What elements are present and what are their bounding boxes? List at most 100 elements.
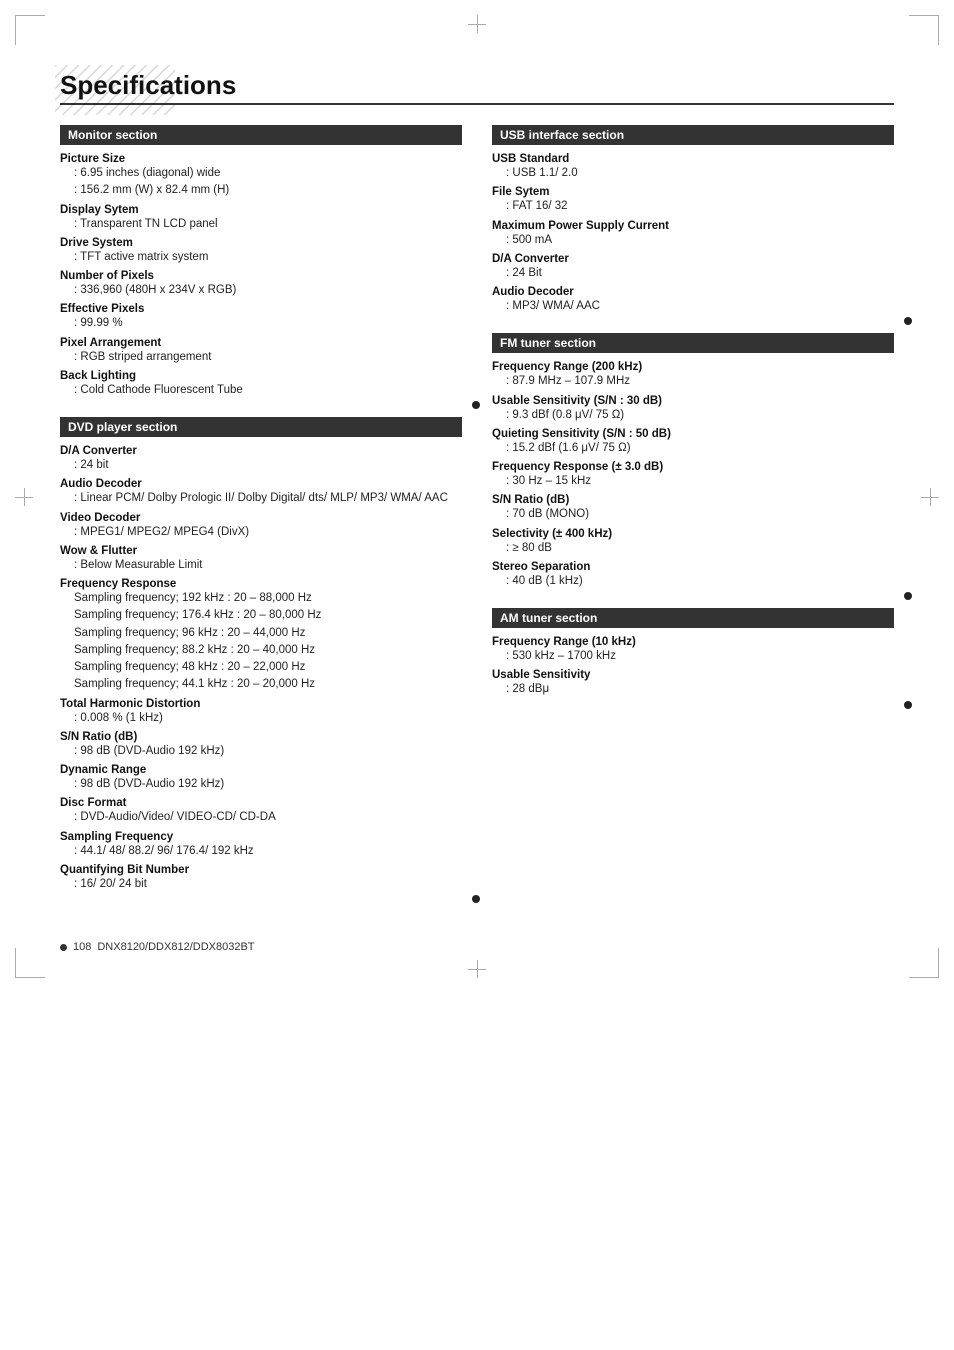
usb-items: USB Standard: USB 1.1/ 2.0 File Sytem: FA… <box>492 153 894 315</box>
spec-item: Quantifying Bit Number: 16/ 20/ 24 bit <box>60 864 462 893</box>
spec-value: : 336,960 (480H x 234V x RGB) <box>60 282 462 299</box>
spec-value: : 98 dB (DVD-Audio 192 kHz) <box>60 776 462 793</box>
spec-value: : USB 1.1/ 2.0 <box>492 165 894 182</box>
spec-item: Effective Pixels: 99.99 % <box>60 303 462 332</box>
spec-value: : 0.008 % (1 kHz) <box>60 710 462 727</box>
spec-label: Total Harmonic Distortion <box>60 698 462 710</box>
spec-item: Drive System: TFT active matrix system <box>60 237 462 266</box>
spec-item: Back Lighting: Cold Cathode Fluorescent … <box>60 370 462 399</box>
spec-value: Sampling frequency; 88.2 kHz : 20 – 40,0… <box>60 642 462 659</box>
spec-value: : DVD-Audio/Video/ VIDEO-CD/ CD-DA <box>60 809 462 826</box>
spec-value: : Cold Cathode Fluorescent Tube <box>60 382 462 399</box>
spec-label: Usable Sensitivity (S/N : 30 dB) <box>492 395 894 407</box>
spec-item: D/A Converter: 24 bit <box>60 445 462 474</box>
spec-label: Number of Pixels <box>60 270 462 282</box>
spec-label: Video Decoder <box>60 512 462 524</box>
spec-label: D/A Converter <box>60 445 462 457</box>
dvd-section-header: DVD player section <box>60 417 462 437</box>
spec-value: : 40 dB (1 kHz) <box>492 573 894 590</box>
spec-label: Sampling Frequency <box>60 831 462 843</box>
spec-item: Video Decoder: MPEG1/ MPEG2/ MPEG4 (DivX… <box>60 512 462 541</box>
spec-label: Audio Decoder <box>492 286 894 298</box>
spec-item: Wow & Flutter: Below Measurable Limit <box>60 545 462 574</box>
spec-item: S/N Ratio (dB): 98 dB (DVD-Audio 192 kHz… <box>60 731 462 760</box>
spec-item: Usable Sensitivity (S/N : 30 dB): 9.3 dB… <box>492 395 894 424</box>
right-column: USB interface section USB Standard: USB … <box>492 125 894 911</box>
spec-item: D/A Converter: 24 Bit <box>492 253 894 282</box>
spec-label: S/N Ratio (dB) <box>492 494 894 506</box>
spec-label: USB Standard <box>492 153 894 165</box>
fm-bullet <box>904 592 912 600</box>
spec-value: : 9.3 dBf (0.8 μV/ 75 Ω) <box>492 407 894 424</box>
am-bullet <box>904 701 912 709</box>
spec-value: : 15.2 dBf (1.6 μV/ 75 Ω) <box>492 440 894 457</box>
am-section-header: AM tuner section <box>492 608 894 628</box>
spec-value: : 6.95 inches (diagonal) wide <box>60 165 462 182</box>
spec-value: : Linear PCM/ Dolby Prologic II/ Dolby D… <box>60 490 462 507</box>
spec-value: : 156.2 mm (W) x 82.4 mm (H) <box>60 182 462 199</box>
spec-label: Stereo Separation <box>492 561 894 573</box>
spec-value: : 28 dBμ <box>492 681 894 698</box>
spec-value: : 87.9 MHz – 107.9 MHz <box>492 373 894 390</box>
spec-value: : Transparent TN LCD panel <box>60 216 462 233</box>
spec-item: Picture Size: 6.95 inches (diagonal) wid… <box>60 153 462 200</box>
spec-value: Sampling frequency; 192 kHz : 20 – 88,00… <box>60 590 462 607</box>
dvd-section: DVD player section D/A Converter: 24 bit… <box>60 417 462 893</box>
spec-value: : RGB striped arrangement <box>60 349 462 366</box>
spec-item: Audio Decoder: MP3/ WMA/ AAC <box>492 286 894 315</box>
spec-label: Quieting Sensitivity (S/N : 50 dB) <box>492 428 894 440</box>
spec-value: : 30 Hz – 15 kHz <box>492 473 894 490</box>
spec-label: Selectivity (± 400 kHz) <box>492 528 894 540</box>
spec-item: Sampling Frequency: 44.1/ 48/ 88.2/ 96/ … <box>60 831 462 860</box>
spec-item: Frequency Range (200 kHz): 87.9 MHz – 10… <box>492 361 894 390</box>
dvd-items: D/A Converter: 24 bitAudio Decoder: Line… <box>60 445 462 893</box>
usb-section: USB interface section USB Standard: USB … <box>492 125 894 315</box>
spec-label: Pixel Arrangement <box>60 337 462 349</box>
spec-label: Maximum Power Supply Current <box>492 220 894 232</box>
footer-model: DNX8120/DDX812/DDX8032BT <box>97 941 254 953</box>
spec-item: Number of Pixels: 336,960 (480H x 234V x… <box>60 270 462 299</box>
monitor-items: Picture Size: 6.95 inches (diagonal) wid… <box>60 153 462 399</box>
spec-label: Frequency Range (200 kHz) <box>492 361 894 373</box>
spec-value: : TFT active matrix system <box>60 249 462 266</box>
spec-label: Wow & Flutter <box>60 545 462 557</box>
fm-items: Frequency Range (200 kHz): 87.9 MHz – 10… <box>492 361 894 590</box>
page-title-section: Specifications <box>60 70 894 105</box>
spec-item: Stereo Separation: 40 dB (1 kHz) <box>492 561 894 590</box>
monitor-section: Monitor section Picture Size: 6.95 inche… <box>60 125 462 399</box>
dvd-bullet <box>472 895 480 903</box>
usb-section-header: USB interface section <box>492 125 894 145</box>
fm-section-header: FM tuner section <box>492 333 894 353</box>
footer-dot <box>60 944 67 951</box>
spec-item: Frequency ResponseSampling frequency; 19… <box>60 578 462 694</box>
spec-value: : 44.1/ 48/ 88.2/ 96/ 176.4/ 192 kHz <box>60 843 462 860</box>
spec-item: Pixel Arrangement: RGB striped arrangeme… <box>60 337 462 366</box>
spec-label: File Sytem <box>492 186 894 198</box>
spec-item: Frequency Range (10 kHz): 530 kHz – 1700… <box>492 636 894 665</box>
monitor-bullet <box>472 401 480 409</box>
am-items: Frequency Range (10 kHz): 530 kHz – 1700… <box>492 636 894 699</box>
monitor-section-header: Monitor section <box>60 125 462 145</box>
spec-item: USB Standard: USB 1.1/ 2.0 <box>492 153 894 182</box>
spec-value: : FAT 16/ 32 <box>492 198 894 215</box>
spec-label: Usable Sensitivity <box>492 669 894 681</box>
fm-section: FM tuner section Frequency Range (200 kH… <box>492 333 894 590</box>
am-section: AM tuner section Frequency Range (10 kHz… <box>492 608 894 699</box>
spec-label: Frequency Response (± 3.0 dB) <box>492 461 894 473</box>
spec-value: Sampling frequency; 44.1 kHz : 20 – 20,0… <box>60 676 462 693</box>
spec-value: : ≥ 80 dB <box>492 540 894 557</box>
spec-item: Quieting Sensitivity (S/N : 50 dB): 15.2… <box>492 428 894 457</box>
spec-label: Dynamic Range <box>60 764 462 776</box>
spec-value: : 500 mA <box>492 232 894 249</box>
spec-item: Dynamic Range: 98 dB (DVD-Audio 192 kHz) <box>60 764 462 793</box>
spec-value: : 99.99 % <box>60 315 462 332</box>
spec-item: Display Sytem: Transparent TN LCD panel <box>60 204 462 233</box>
spec-item: Frequency Response (± 3.0 dB): 30 Hz – 1… <box>492 461 894 490</box>
spec-item: Usable Sensitivity: 28 dBμ <box>492 669 894 698</box>
spec-item: File Sytem: FAT 16/ 32 <box>492 186 894 215</box>
usb-bullet <box>904 317 912 325</box>
spec-item: S/N Ratio (dB): 70 dB (MONO) <box>492 494 894 523</box>
page-title: Specifications <box>60 70 894 101</box>
spec-value: : 530 kHz – 1700 kHz <box>492 648 894 665</box>
spec-label: Disc Format <box>60 797 462 809</box>
